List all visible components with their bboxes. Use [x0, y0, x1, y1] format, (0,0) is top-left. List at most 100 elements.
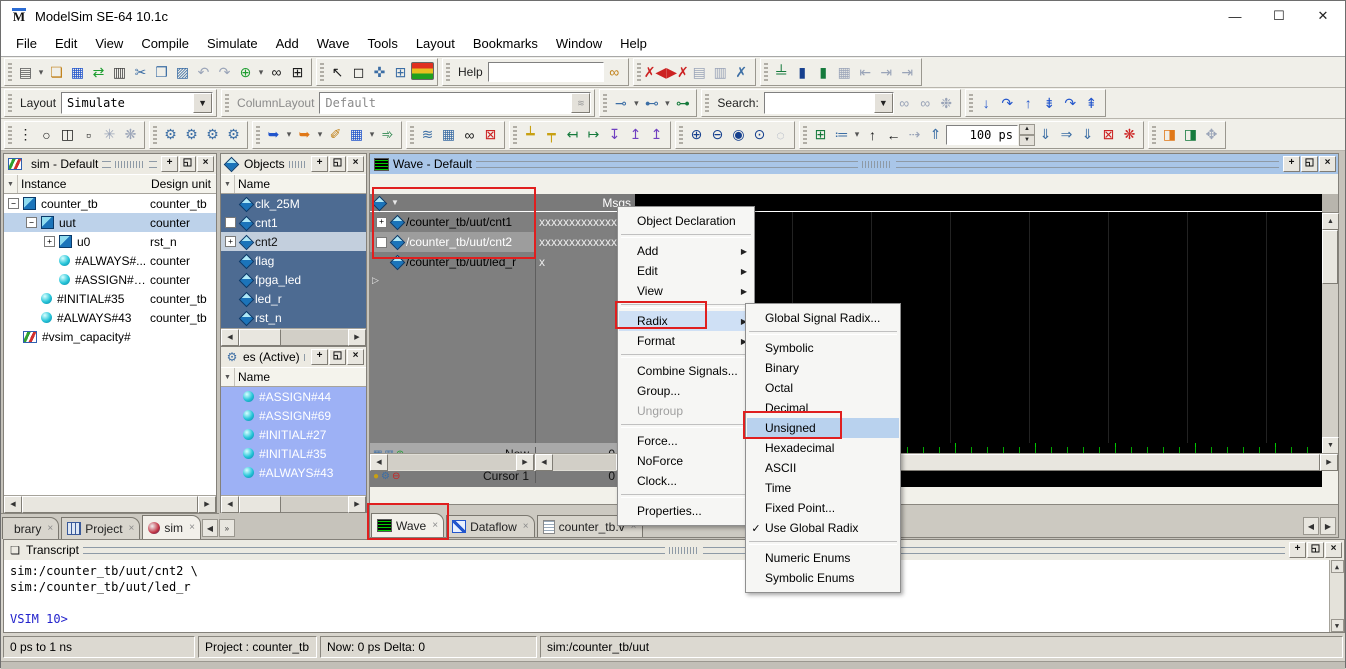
- show-drivers-icon[interactable]: ⊸: [610, 93, 631, 114]
- prev-edge-icon[interactable]: ⇤: [855, 62, 876, 83]
- menu-help[interactable]: Help: [611, 36, 656, 51]
- process-row-assign44[interactable]: #ASSIGN#44: [221, 387, 366, 406]
- object-row-led-r[interactable]: led_r: [221, 289, 366, 308]
- menu-item-edit[interactable]: ✓ Edit ▶: [619, 261, 753, 281]
- time-step-down-icon[interactable]: ▼: [1019, 135, 1035, 146]
- lock-cursor-icon[interactable]: ▮: [792, 62, 813, 83]
- objects-column-header[interactable]: ▼ Name: [221, 174, 366, 194]
- search-dropdown-icon[interactable]: ▼: [874, 93, 893, 113]
- time-step-input[interactable]: [946, 125, 1018, 145]
- undock-icon[interactable]: ◱: [329, 349, 346, 365]
- menu-item-format[interactable]: ✓ Format ▶: [619, 331, 753, 351]
- tree-row-assign6[interactable]: #ASSIGN#6... counter: [4, 270, 216, 289]
- object-row-cnt2[interactable]: + cnt2: [221, 232, 366, 251]
- undock-icon[interactable]: ◱: [1307, 542, 1324, 558]
- help-input[interactable]: [488, 62, 604, 82]
- radix-item-use-global-radix[interactable]: ✓ Use Global Radix ▶: [747, 518, 899, 538]
- pan-mode-icon[interactable]: ✜: [369, 62, 390, 83]
- new-file-icon[interactable]: ▤: [15, 62, 36, 83]
- layout-combobox[interactable]: Simulate▼: [61, 92, 213, 114]
- wave-tab-scroll-right-icon[interactable]: ▶: [1320, 517, 1336, 535]
- search-options-icon[interactable]: ❉: [936, 93, 957, 114]
- panel-close-icon[interactable]: ×: [347, 349, 364, 365]
- delete-marker-icon[interactable]: ┯: [541, 124, 562, 145]
- object-row-flag[interactable]: flag: [221, 251, 366, 270]
- environment-gear4-icon[interactable]: ⚙: [223, 124, 244, 145]
- run-add-icon[interactable]: ➥: [263, 124, 284, 145]
- sim-option6-icon[interactable]: ❋: [120, 124, 141, 145]
- tab-library[interactable]: brary ×: [2, 517, 59, 539]
- drivers-dropdown-icon[interactable]: ▾: [631, 93, 641, 114]
- process-row-assign69[interactable]: #ASSIGN#69: [221, 406, 366, 425]
- tab-dataflow[interactable]: Dataflow ×: [446, 515, 535, 537]
- dock-expand-icon[interactable]: +: [311, 156, 328, 172]
- menu-add[interactable]: Add: [267, 36, 308, 51]
- scroll-down-icon[interactable]: ▼: [1322, 437, 1339, 454]
- environment-gear2-icon[interactable]: ⚙: [181, 124, 202, 145]
- header-dropdown-icon[interactable]: ▼: [391, 198, 399, 207]
- scroll-left-icon[interactable]: ◀: [4, 496, 22, 513]
- add-selected-icon[interactable]: ⊕: [235, 62, 256, 83]
- menu-item-combine-signals[interactable]: ✓ Combine Signals... ▶: [619, 361, 753, 381]
- sim-panel-header[interactable]: sim - Default +◱×: [4, 154, 216, 174]
- edit-mode-icon[interactable]: ⊞: [390, 62, 411, 83]
- show-readers-icon[interactable]: ⊷: [641, 93, 662, 114]
- zoom-out-icon[interactable]: ⊖: [707, 124, 728, 145]
- add-dropdown-icon[interactable]: ▾: [256, 62, 266, 83]
- tree-row-u0[interactable]: + u0 rst_n: [4, 232, 216, 251]
- filter-icon[interactable]: ▼: [221, 368, 235, 386]
- sim-hscrollbar[interactable]: ◀ ▶: [4, 495, 216, 512]
- menu-edit[interactable]: Edit: [46, 36, 86, 51]
- back-icon[interactable]: ←: [883, 124, 904, 145]
- menu-item-properties[interactable]: ✓ Properties... ▶: [619, 501, 753, 521]
- new-file-dropdown-icon[interactable]: ▾: [36, 62, 46, 83]
- object-row-fpga-led[interactable]: fpga_led: [221, 270, 366, 289]
- processes-panel-header[interactable]: ⚙ es (Active) +◱×: [221, 347, 366, 367]
- cut-icon[interactable]: ✂: [130, 62, 151, 83]
- save-format-icon[interactable]: ▦: [346, 124, 367, 145]
- save-icon[interactable]: ▦: [67, 62, 88, 83]
- layout-dropdown-icon[interactable]: ▼: [193, 93, 212, 113]
- run-log-dropdown-icon[interactable]: ▾: [315, 124, 325, 145]
- radix-item-binary[interactable]: ✓ Binary ▶: [747, 358, 899, 378]
- tree-row-always43[interactable]: #ALWAYS#43 counter_tb: [4, 308, 216, 327]
- grid-mode-icon[interactable]: ▦: [834, 62, 855, 83]
- scroll-right-icon[interactable]: ▶: [198, 496, 216, 513]
- panel-close-icon[interactable]: ×: [1319, 156, 1336, 172]
- tree-expander[interactable]: +: [225, 217, 236, 228]
- maximize-button-icon[interactable]: ☐: [1257, 1, 1301, 31]
- tree-row-initial35[interactable]: #INITIAL#35 counter_tb: [4, 289, 216, 308]
- sim-column-header[interactable]: ▼ Instance Design unit: [4, 174, 216, 194]
- radix-item-symbolic-enums[interactable]: ✓ Symbolic Enums ▶: [747, 568, 899, 588]
- sim-option1-icon[interactable]: ⋮: [15, 124, 36, 145]
- columnlayout-combobox[interactable]: Default≋: [319, 92, 591, 114]
- search-combobox[interactable]: ▼: [764, 92, 894, 114]
- zoom-full-icon[interactable]: ◉: [728, 124, 749, 145]
- continue-run-icon[interactable]: ⇒: [1056, 124, 1077, 145]
- menu-item-clock[interactable]: ✓ Clock... ▶: [619, 471, 753, 491]
- scroll-up-icon[interactable]: ▲: [1331, 560, 1344, 573]
- dock-expand-icon[interactable]: +: [161, 156, 178, 172]
- tree-expander[interactable]: −: [26, 217, 37, 228]
- next-edge-icon[interactable]: ⇥: [876, 62, 897, 83]
- any-edge-icon[interactable]: ↥: [646, 124, 667, 145]
- expand-time-icon[interactable]: ⇑: [925, 124, 946, 145]
- objects-panel-header[interactable]: Objects +◱×: [221, 154, 366, 174]
- paste-icon[interactable]: ▨: [172, 62, 193, 83]
- break-icon[interactable]: ⊠: [1098, 124, 1119, 145]
- collapse-config-icon[interactable]: ⊞: [287, 62, 308, 83]
- wave-reload-icon[interactable]: ↷: [997, 93, 1018, 114]
- radix-item-decimal[interactable]: ✓ Decimal ▶: [747, 398, 899, 418]
- zoom-mode-icon[interactable]: ◻: [348, 62, 369, 83]
- menu-bookmarks[interactable]: Bookmarks: [464, 36, 547, 51]
- transcript-vscrollbar[interactable]: ▲ ▼: [1329, 560, 1344, 632]
- scroll-left-icon[interactable]: ◀: [370, 454, 388, 471]
- memory-profile-icon[interactable]: ◨: [1180, 124, 1201, 145]
- readers-dropdown-icon[interactable]: ▾: [662, 93, 672, 114]
- menu-item-add[interactable]: ✓ Add ▶: [619, 241, 753, 261]
- tree-row-counter-tb[interactable]: − counter_tb counter_tb: [4, 194, 216, 213]
- processes-column-header[interactable]: ▼ Name: [221, 367, 366, 387]
- names-hscrollbar[interactable]: ◀ ▶: [370, 454, 535, 470]
- wave-signal-cnt1[interactable]: + /counter_tb/uut/cnt1 xxxxxxxxxxxxxx: [370, 212, 635, 232]
- list-dropdown-icon[interactable]: ▾: [852, 124, 862, 145]
